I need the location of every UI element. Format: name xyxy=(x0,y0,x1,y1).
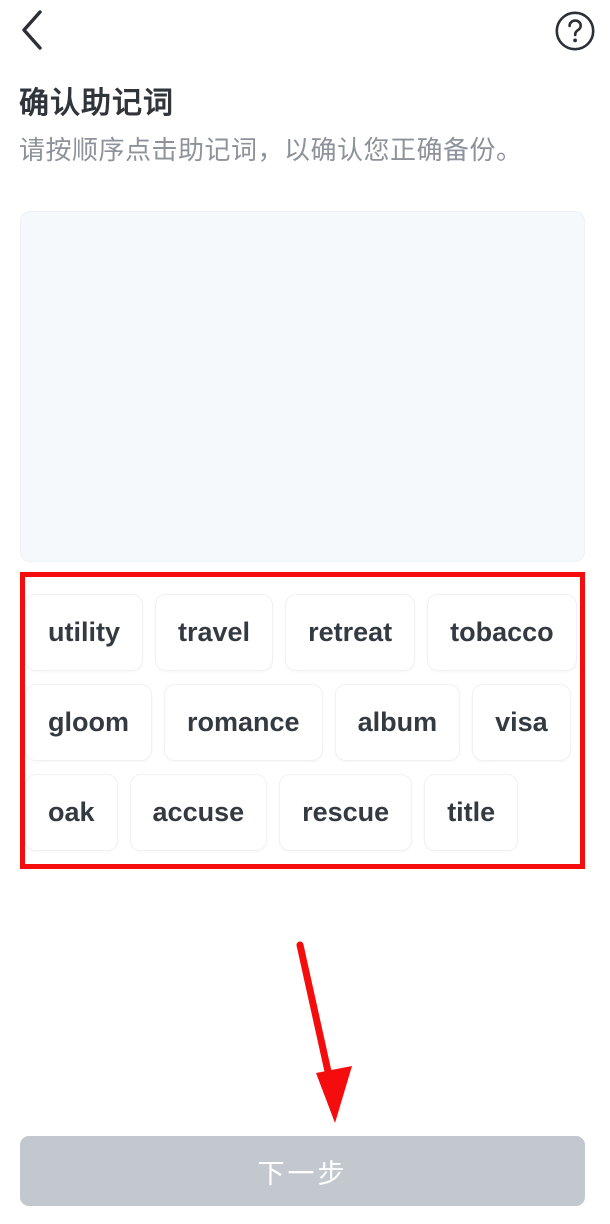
chevron-left-icon xyxy=(19,9,45,56)
question-circle-icon xyxy=(554,10,596,57)
page-subtitle: 请按顺序点击助记词，以确认您正确备份。 xyxy=(19,135,523,165)
annotation-arrow xyxy=(280,935,370,1130)
word-chip[interactable]: retreat xyxy=(285,594,416,671)
word-chip[interactable]: gloom xyxy=(25,684,152,761)
word-chip[interactable]: romance xyxy=(164,684,323,761)
word-chip[interactable]: visa xyxy=(472,684,571,761)
word-chip[interactable]: oak xyxy=(25,774,118,851)
help-button[interactable] xyxy=(550,8,600,58)
word-chip[interactable]: accuse xyxy=(129,774,268,851)
selected-words-panel[interactable] xyxy=(20,211,585,562)
top-bar xyxy=(0,0,610,62)
word-chip[interactable]: rescue xyxy=(279,774,413,851)
next-button[interactable]: 下一步 xyxy=(20,1136,585,1206)
word-chip[interactable]: album xyxy=(334,684,461,761)
back-button[interactable] xyxy=(6,6,58,58)
page-title: 确认助记词 xyxy=(19,87,174,120)
word-chip[interactable]: utility xyxy=(25,594,143,671)
word-bank: utility travel retreat tobacco gloom romance a… xyxy=(25,581,580,861)
confirm-mnemonic-screen: 确认助记词 请按顺序点击助记词，以确认您正确备份。 utility travel r… xyxy=(0,0,610,1224)
word-chip[interactable]: travel xyxy=(155,594,274,671)
word-chip[interactable]: tobacco xyxy=(427,594,577,671)
word-chip[interactable]: title xyxy=(424,774,519,851)
